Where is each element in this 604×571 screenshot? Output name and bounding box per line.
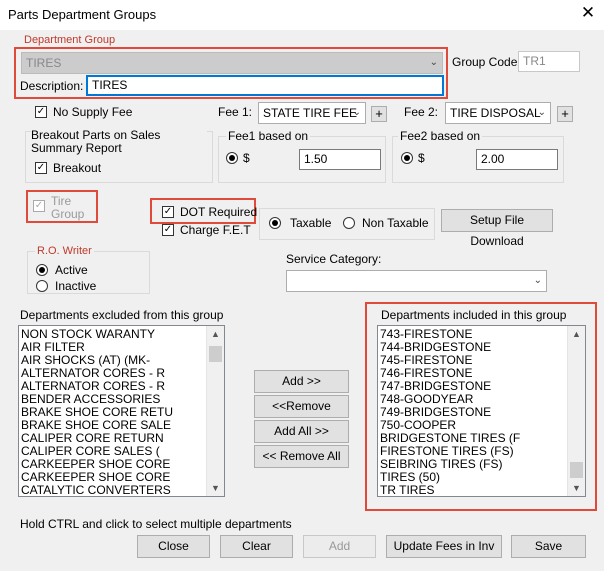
breakout-label: Breakout [53,161,102,175]
scroll-thumb[interactable] [570,462,583,478]
fee2-add-button[interactable]: + [557,106,573,122]
fee1-select[interactable]: STATE TIRE FEE ⌄ [258,102,366,124]
group-select: TIRES ⌄ [21,52,443,74]
list-item[interactable]: CATALYTIC CONVERTERS [19,484,224,497]
fee1-dollar-label: $ [243,151,250,165]
scroll-up-icon[interactable]: ▲ [568,329,585,339]
scroll-down-icon[interactable]: ▼ [568,483,585,493]
close-button[interactable]: Close [137,535,210,558]
fee1-label: Fee 1: [218,105,253,119]
setup-file-download-button[interactable]: Setup File Download [441,209,553,248]
fee1-dollar-radio[interactable] [226,152,238,164]
fee2-select[interactable]: TIRE DISPOSAL ⌄ [445,102,551,124]
chevron-down-icon: ⌄ [429,57,438,68]
scroll-up-icon[interactable]: ▲ [207,329,224,339]
scroll-thumb[interactable] [209,346,222,362]
dot-required-label: DOT Required [180,205,258,219]
dot-required-checkbox[interactable]: ✓ [162,206,174,218]
excluded-list-label: Departments excluded from this group [20,308,224,322]
ro-writer-legend: R.O. Writer [35,245,94,257]
fee2-dollar-label: $ [418,151,425,165]
fee1-select-value: STATE TIRE FEE [263,106,358,120]
non-taxable-label: Non Taxable [362,216,429,230]
multi-select-hint: Hold CTRL and click to select multiple d… [20,517,292,531]
breakout-legend: Breakout Parts on Sales Summary Report [31,129,207,155]
chevron-down-icon: ⌄ [537,107,546,118]
no-supply-fee-checkbox[interactable]: ✓ [35,106,47,118]
clear-button[interactable]: Clear [220,535,293,558]
chevron-down-icon: ⌄ [352,107,361,118]
save-button[interactable]: Save [511,535,586,558]
ro-inactive-label: Inactive [55,279,97,293]
included-listbox[interactable]: 743-FIRESTONE 744-BRIDGESTONE 745-FIREST… [377,325,586,497]
fee2-select-value: TIRE DISPOSAL [450,106,541,120]
ro-active-radio[interactable] [36,264,48,276]
fee2-amount-field[interactable]: 2.00 [476,149,558,170]
charge-fet-label: Charge F.E.T [180,223,251,237]
no-supply-fee-label: No Supply Fee [53,105,133,119]
fee2-dollar-radio[interactable] [401,152,413,164]
excluded-listbox[interactable]: NON STOCK WARANTY AIR FILTER AIR SHOCKS … [18,325,225,497]
group-code-field: TR1 [518,51,580,72]
charge-fet-checkbox[interactable]: ✓ [162,224,174,236]
ro-active-label: Active [55,263,88,277]
close-icon[interactable]: ✕ [578,3,598,23]
fee1-based-on-label: Fee1 based on [226,129,311,143]
included-scrollbar[interactable]: ▲ ▼ [567,326,585,496]
excluded-scrollbar[interactable]: ▲ ▼ [206,326,224,496]
fee2-label: Fee 2: [404,105,439,119]
add-all-button[interactable]: Add All >> [254,420,349,443]
tire-group-checkbox: ✓ [33,200,45,212]
group-select-value: TIRES [26,56,62,70]
taxable-radio[interactable] [269,217,281,229]
add-footer-button: Add [303,535,376,558]
description-label: Description: [20,79,84,93]
included-list-label: Departments included in this group [381,308,567,322]
ro-inactive-radio[interactable] [36,280,48,292]
remove-button[interactable]: <<Remove [254,395,349,418]
description-field[interactable]: TIRES [86,75,444,96]
fee1-add-button[interactable]: + [371,106,387,122]
scroll-down-icon[interactable]: ▼ [207,483,224,493]
tire-group-label: Tire Group [51,194,85,221]
update-fees-button[interactable]: Update Fees in Inv [386,535,502,558]
window-title: Parts Department Groups [8,7,157,22]
fee2-based-on-label: Fee2 based on [398,129,483,143]
chevron-down-icon: ⌄ [533,275,542,286]
list-item[interactable]: TR TIRES [378,484,585,497]
service-category-select[interactable]: ⌄ [286,270,547,292]
non-taxable-radio[interactable] [343,217,355,229]
add-button[interactable]: Add >> [254,370,349,393]
service-category-label: Service Category: [286,252,382,266]
breakout-checkbox[interactable]: ✓ [35,162,47,174]
fee1-amount-field[interactable]: 1.50 [299,149,381,170]
remove-all-button[interactable]: << Remove All [254,445,349,468]
group-code-label: Group Code: [452,55,521,69]
taxable-label: Taxable [290,216,332,230]
department-group-legend: Department Group [22,34,118,46]
